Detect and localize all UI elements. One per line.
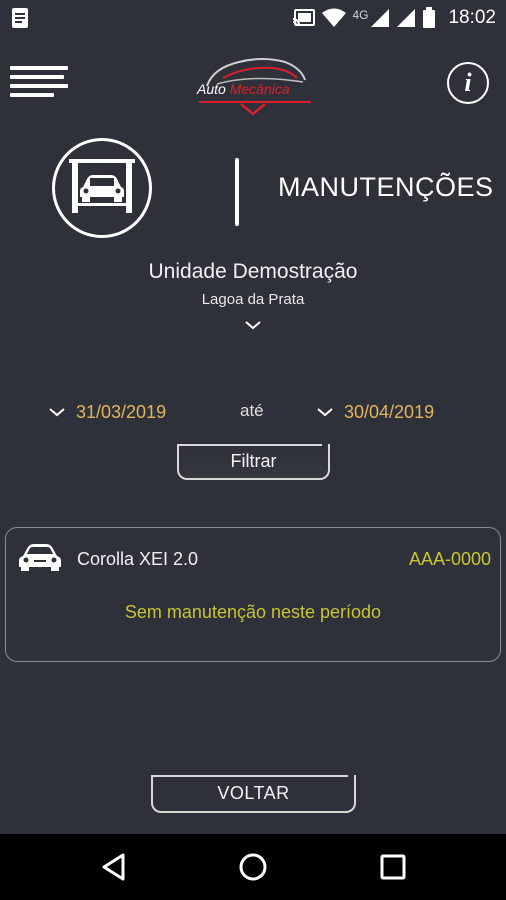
page-title: MANUTENÇÕES bbox=[278, 172, 494, 202]
hamburger-menu-icon[interactable] bbox=[10, 66, 68, 100]
back-triangle-icon[interactable] bbox=[97, 850, 131, 884]
unit-location[interactable]: Lagoa da Prata bbox=[0, 291, 506, 308]
network-type: 4G bbox=[352, 8, 369, 22]
status-bar: 4G 18:02 bbox=[0, 0, 506, 36]
info-icon[interactable]: i bbox=[447, 62, 489, 104]
car-icon bbox=[19, 544, 61, 571]
wifi-icon bbox=[322, 8, 347, 27]
date-to-picker[interactable]: 30/04/2019 bbox=[316, 398, 434, 426]
date-from-picker[interactable]: 31/03/2019 bbox=[48, 398, 166, 426]
chevron-down-icon bbox=[317, 408, 333, 417]
maintenance-screen: 4G 18:02 Auto Mecânica i MANUTENÇÕES Uni… bbox=[0, 0, 506, 900]
home-circle-icon[interactable] bbox=[236, 850, 270, 884]
chevron-down-icon[interactable] bbox=[244, 318, 262, 332]
filter-button[interactable]: Filtrar bbox=[177, 444, 330, 480]
status-left bbox=[10, 7, 30, 29]
vehicle-model: Corolla XEI 2.0 bbox=[77, 549, 199, 569]
battery-icon bbox=[423, 7, 436, 28]
logo-text: Auto Mecânica bbox=[197, 81, 290, 97]
date-separator: até bbox=[240, 401, 264, 420]
recents-square-icon[interactable] bbox=[376, 850, 410, 884]
date-to-value: 30/04/2019 bbox=[344, 401, 435, 422]
vehicle-maintenance-status: Sem manutenção neste período bbox=[124, 602, 382, 622]
vehicle-plate: AAA-0000 bbox=[408, 549, 491, 569]
app-logo: Auto Mecânica bbox=[193, 48, 317, 116]
car-lift-icon bbox=[52, 138, 152, 238]
unit-name[interactable]: Unidade Demostração bbox=[0, 260, 506, 284]
signal-icon bbox=[397, 9, 416, 27]
signal-icon bbox=[371, 9, 390, 27]
notification-icon bbox=[12, 8, 28, 28]
back-button[interactable]: VOLTAR bbox=[151, 775, 356, 813]
vehicle-card[interactable]: Corolla XEI 2.0 AAA-0000 Sem manutenção … bbox=[5, 527, 501, 662]
status-right: 4G 18:02 bbox=[292, 7, 496, 29]
chevron-down-icon bbox=[49, 408, 65, 417]
date-from-value: 31/03/2019 bbox=[76, 401, 167, 422]
cast-icon bbox=[293, 9, 316, 26]
logo-text-mecanica: Mecânica bbox=[229, 81, 290, 97]
system-nav-bar bbox=[0, 834, 506, 900]
app-header: Auto Mecânica i bbox=[0, 48, 506, 118]
clock: 18:02 bbox=[448, 7, 496, 28]
logo-text-auto: Auto bbox=[197, 81, 226, 97]
title-divider bbox=[235, 158, 239, 226]
